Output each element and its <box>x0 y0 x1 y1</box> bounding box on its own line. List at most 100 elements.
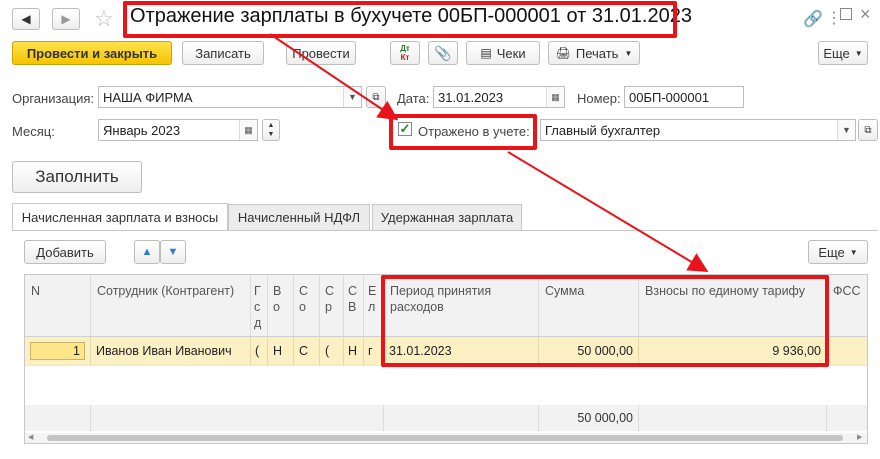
column-header-c2[interactable]: В о <box>268 275 294 337</box>
table-row-cell-c1[interactable]: ( <box>251 337 268 365</box>
dropdown-arrow-icon: ▼ <box>624 48 633 58</box>
move-up-button[interactable]: ▲ <box>134 240 160 264</box>
open-icon: ⧉ <box>864 124 872 136</box>
window-title: Отражение зарплаты в бухучете 00БП-00000… <box>130 5 692 27</box>
table-row-cell-n[interactable]: 1 <box>25 337 91 365</box>
number-value: 00БП-000001 <box>629 89 710 105</box>
number-field[interactable]: 00БП-000001 <box>624 86 744 108</box>
paperclip-icon: 📎 <box>434 44 452 61</box>
table-row-cell-period[interactable]: 31.01.2023 <box>384 337 539 365</box>
month-field[interactable]: Январь 2023 ▦ <box>98 119 258 141</box>
save-button[interactable]: Записать <box>182 41 264 65</box>
column-header-n[interactable]: N <box>25 275 91 337</box>
footer-total-sum: 50 000,00 <box>539 405 639 431</box>
maximize-icon[interactable] <box>840 8 852 20</box>
month-stepper[interactable]: ▲ ▼ <box>262 119 280 141</box>
column-header-c3[interactable]: С о <box>294 275 320 337</box>
grid-more-button[interactable]: Еще ▼ <box>808 240 868 264</box>
horizontal-scrollbar[interactable]: ◀ ▶ <box>25 433 867 443</box>
favorite-star-icon[interactable]: ☆ <box>94 6 114 32</box>
calendar-icon[interactable]: ▦ <box>546 87 564 107</box>
column-header-fss[interactable]: ФСС <box>827 275 867 337</box>
table-row-cell-sum[interactable]: 50 000,00 <box>539 337 639 365</box>
checks-button[interactable]: ▤ Чеки <box>466 41 540 65</box>
column-header-c5[interactable]: С В <box>344 275 364 337</box>
dropdown-arrow-icon[interactable]: ▼ <box>343 87 361 107</box>
month-value: Январь 2023 <box>103 122 181 138</box>
arrow-left-icon: ◀ <box>21 12 31 26</box>
step-down-icon[interactable]: ▼ <box>268 130 275 139</box>
column-header-sum[interactable]: Сумма <box>539 275 639 337</box>
responsible-field[interactable]: Главный бухгалтер ▼ <box>540 119 856 141</box>
table-row-cell-c6[interactable]: г <box>364 337 384 365</box>
link-icon[interactable]: 🔗 <box>803 9 823 29</box>
arrow-right-icon: ▶ <box>61 12 71 26</box>
footer-cell-n <box>25 405 91 431</box>
table-row-cell-fss[interactable] <box>827 337 867 365</box>
responsible-value: Главный бухгалтер <box>545 122 661 138</box>
column-header-contributions[interactable]: Взносы по единому тарифу <box>639 275 827 337</box>
column-header-employee[interactable]: Сотрудник (Контрагент) <box>91 275 251 337</box>
table-row-cell-c2[interactable]: Н <box>268 337 294 365</box>
dt-kt-button[interactable]: Дт Кт <box>390 41 420 65</box>
footer-cell-period <box>384 405 539 431</box>
print-label: Печать <box>575 45 619 61</box>
number-label: Номер: <box>577 91 621 106</box>
close-icon[interactable]: × <box>860 4 871 25</box>
table-row-cell-employee[interactable]: Иванов Иван Иванович <box>91 337 251 365</box>
scroll-left-icon[interactable]: ◀ <box>28 433 33 443</box>
table-row-cell-c5[interactable]: Н <box>344 337 364 365</box>
salary-table[interactable]: N Сотрудник (Контрагент) Г с д В о С о С… <box>24 274 868 444</box>
empty-row-separator <box>25 365 867 366</box>
checks-label: Чеки <box>496 45 526 61</box>
arrow-down-icon: ▼ <box>167 246 179 258</box>
footer-cell-contributions <box>639 405 827 431</box>
grid-more-label: Еще <box>818 244 845 260</box>
back-button[interactable]: ◀ <box>12 8 40 30</box>
step-up-icon[interactable]: ▲ <box>268 121 275 130</box>
dropdown-arrow-icon[interactable]: ▼ <box>837 120 855 140</box>
arrow-to-table <box>507 151 709 273</box>
column-header-c6[interactable]: Е л <box>364 275 384 337</box>
add-button[interactable]: Добавить <box>24 240 106 264</box>
tab-withheld-salary[interactable]: Удержанная зарплата <box>372 204 522 230</box>
organization-value: НАША ФИРМА <box>103 89 193 105</box>
print-button[interactable]: 🖨 Печать ▼ <box>548 41 640 65</box>
move-down-button[interactable]: ▼ <box>160 240 186 264</box>
forward-button[interactable]: ▶ <box>52 8 80 30</box>
organization-label: Организация: <box>12 91 95 106</box>
tab-accrued-ndfl[interactable]: Начисленный НДФЛ <box>228 204 370 230</box>
footer-cell-fss <box>827 405 867 431</box>
post-and-close-button[interactable]: Провести и закрыть <box>12 41 172 65</box>
dropdown-arrow-icon: ▼ <box>849 247 858 257</box>
post-button[interactable]: Провести <box>286 41 356 65</box>
scroll-right-icon[interactable]: ▶ <box>857 433 862 443</box>
printer-icon: 🖨 <box>555 46 571 60</box>
table-row-cell-c3[interactable]: С <box>294 337 320 365</box>
dt-label: Дт <box>400 44 410 53</box>
open-icon: ⧉ <box>372 91 380 103</box>
more-label: Еще <box>823 45 850 61</box>
date-field[interactable]: 31.01.2023 ▦ <box>433 86 565 108</box>
open-responsible-button[interactable]: ⧉ <box>858 119 878 141</box>
column-header-c1[interactable]: Г с д <box>251 275 268 337</box>
row-number-value: 1 <box>30 342 85 360</box>
cash-register-icon: ▤ <box>480 46 492 60</box>
calendar-icon[interactable]: ▦ <box>239 120 257 140</box>
table-row-cell-contributions[interactable]: 9 936,00 <box>639 337 827 365</box>
reflected-label: Отражено в учете: <box>418 124 530 139</box>
fill-button[interactable]: Заполнить <box>12 161 142 193</box>
column-header-c4[interactable]: С р <box>320 275 344 337</box>
month-label: Месяц: <box>12 124 55 139</box>
column-header-period[interactable]: Период принятия расходов <box>384 275 539 337</box>
organization-field[interactable]: НАША ФИРМА ▼ <box>98 86 362 108</box>
more-button[interactable]: Еще ▼ <box>818 41 868 65</box>
reflected-checkbox[interactable]: ✓ <box>398 122 412 136</box>
tab-accrued-salary[interactable]: Начисленная зарплата и взносы <box>12 203 228 231</box>
open-organization-button[interactable]: ⧉ <box>366 86 386 108</box>
attachments-button[interactable]: 📎 <box>428 41 458 65</box>
table-row-cell-c4[interactable]: ( <box>320 337 344 365</box>
arrow-up-icon: ▲ <box>141 246 153 258</box>
scrollbar-thumb[interactable] <box>47 435 843 441</box>
tab-panel-border <box>12 230 878 231</box>
